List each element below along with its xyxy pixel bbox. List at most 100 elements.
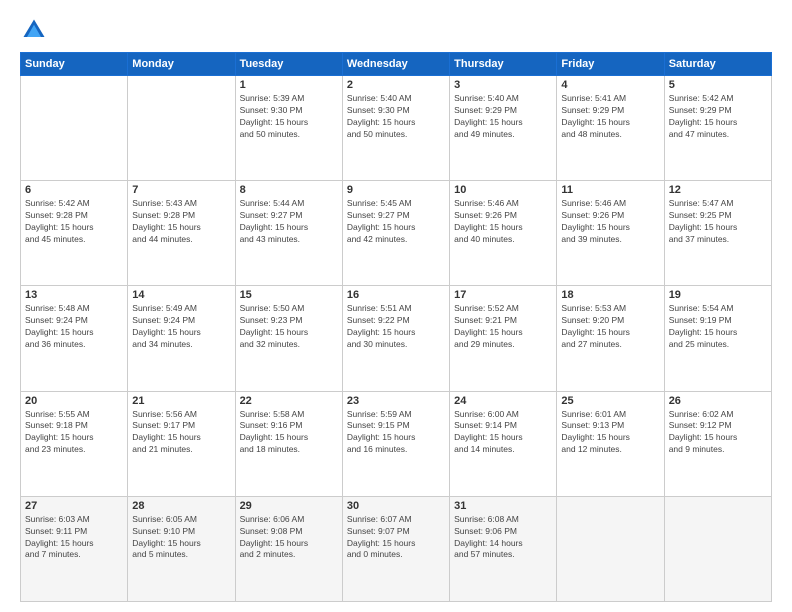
cal-cell: 19 Sunrise: 5:54 AM Sunset: 9:19 PM Dayli… — [664, 286, 771, 391]
cal-cell: 23Sunrise: 5:59 AM Sunset: 9:15 PM Dayli… — [342, 391, 449, 496]
cal-cell — [664, 496, 771, 601]
day-number: 31 — [454, 500, 552, 512]
day-info: Sunrise: 5:54 AM Sunset: 9:19 PM Dayligh… — [669, 303, 767, 351]
cal-cell — [128, 76, 235, 181]
day-info: Sunrise: 6:01 AM Sunset: 9:13 PM Dayligh… — [561, 409, 659, 457]
day-info: Sunrise: 6:08 AM Sunset: 9:06 PM Dayligh… — [454, 514, 552, 562]
cal-cell — [21, 76, 128, 181]
day-number: 5 — [669, 79, 767, 91]
calendar-table: SundayMondayTuesdayWednesdayThursdayFrid… — [20, 52, 772, 602]
day-info: Sunrise: 5:52 AM Sunset: 9:21 PM Dayligh… — [454, 303, 552, 351]
cal-cell: 5Sunrise: 5:42 AM Sunset: 9:29 PM Daylig… — [664, 76, 771, 181]
col-header-wednesday: Wednesday — [342, 53, 449, 76]
cal-cell: 21 Sunrise: 5:56 AM Sunset: 9:17 PM Dayli… — [128, 391, 235, 496]
cal-cell: 7 Sunrise: 5:43 AM Sunset: 9:28 PM Daylig… — [128, 181, 235, 286]
day-number: 19 — [669, 289, 767, 301]
week-row-4: 20 Sunrise: 5:55 AM Sunset: 9:18 PM Dayli… — [21, 391, 772, 496]
day-info: Sunrise: 5:40 AM Sunset: 9:30 PM Dayligh… — [347, 93, 445, 141]
day-number: 15 — [240, 289, 338, 301]
header — [20, 16, 772, 44]
day-info: Sunrise: 6:07 AM Sunset: 9:07 PM Dayligh… — [347, 514, 445, 562]
day-info: Sunrise: 5:53 AM Sunset: 9:20 PM Dayligh… — [561, 303, 659, 351]
day-info: Sunrise: 6:03 AM Sunset: 9:11 PM Dayligh… — [25, 514, 123, 562]
day-number: 24 — [454, 395, 552, 407]
day-number: 14 — [132, 289, 230, 301]
day-number: 23 — [347, 395, 445, 407]
day-info: Sunrise: 6:02 AM Sunset: 9:12 PM Dayligh… — [669, 409, 767, 457]
day-number: 6 — [25, 184, 123, 196]
day-number: 12 — [669, 184, 767, 196]
cal-cell: 11 Sunrise: 5:46 AM Sunset: 9:26 PM Dayli… — [557, 181, 664, 286]
day-number: 28 — [132, 500, 230, 512]
day-info: Sunrise: 5:46 AM Sunset: 9:26 PM Dayligh… — [454, 198, 552, 246]
day-info: Sunrise: 5:44 AM Sunset: 9:27 PM Dayligh… — [240, 198, 338, 246]
day-info: Sunrise: 5:41 AM Sunset: 9:29 PM Dayligh… — [561, 93, 659, 141]
day-number: 27 — [25, 500, 123, 512]
cal-cell: 8 Sunrise: 5:44 AM Sunset: 9:27 PM Daylig… — [235, 181, 342, 286]
day-number: 25 — [561, 395, 659, 407]
cal-cell: 16Sunrise: 5:51 AM Sunset: 9:22 PM Dayli… — [342, 286, 449, 391]
calendar-header-row: SundayMondayTuesdayWednesdayThursdayFrid… — [21, 53, 772, 76]
cal-cell: 12 Sunrise: 5:47 AM Sunset: 9:25 PM Dayli… — [664, 181, 771, 286]
day-info: Sunrise: 5:45 AM Sunset: 9:27 PM Dayligh… — [347, 198, 445, 246]
cal-cell: 20 Sunrise: 5:55 AM Sunset: 9:18 PM Dayli… — [21, 391, 128, 496]
cal-cell: 22 Sunrise: 5:58 AM Sunset: 9:16 PM Dayli… — [235, 391, 342, 496]
cal-cell: 6 Sunrise: 5:42 AM Sunset: 9:28 PM Daylig… — [21, 181, 128, 286]
day-info: Sunrise: 5:56 AM Sunset: 9:17 PM Dayligh… — [132, 409, 230, 457]
day-number: 22 — [240, 395, 338, 407]
cal-cell: 15 Sunrise: 5:50 AM Sunset: 9:23 PM Dayli… — [235, 286, 342, 391]
day-number: 26 — [669, 395, 767, 407]
cal-cell: 25 Sunrise: 6:01 AM Sunset: 9:13 PM Dayli… — [557, 391, 664, 496]
day-info: Sunrise: 5:50 AM Sunset: 9:23 PM Dayligh… — [240, 303, 338, 351]
day-number: 16 — [347, 289, 445, 301]
day-number: 29 — [240, 500, 338, 512]
col-header-saturday: Saturday — [664, 53, 771, 76]
col-header-monday: Monday — [128, 53, 235, 76]
cal-cell: 27 Sunrise: 6:03 AM Sunset: 9:11 PM Dayli… — [21, 496, 128, 601]
day-info: Sunrise: 5:39 AM Sunset: 9:30 PM Dayligh… — [240, 93, 338, 141]
day-info: Sunrise: 5:58 AM Sunset: 9:16 PM Dayligh… — [240, 409, 338, 457]
cal-cell: 30Sunrise: 6:07 AM Sunset: 9:07 PM Dayli… — [342, 496, 449, 601]
day-info: Sunrise: 5:49 AM Sunset: 9:24 PM Dayligh… — [132, 303, 230, 351]
day-number: 9 — [347, 184, 445, 196]
cal-cell: 26 Sunrise: 6:02 AM Sunset: 9:12 PM Dayli… — [664, 391, 771, 496]
day-info: Sunrise: 5:48 AM Sunset: 9:24 PM Dayligh… — [25, 303, 123, 351]
day-info: Sunrise: 5:47 AM Sunset: 9:25 PM Dayligh… — [669, 198, 767, 246]
day-info: Sunrise: 6:06 AM Sunset: 9:08 PM Dayligh… — [240, 514, 338, 562]
cal-cell: 13 Sunrise: 5:48 AM Sunset: 9:24 PM Dayli… — [21, 286, 128, 391]
cal-cell: 14 Sunrise: 5:49 AM Sunset: 9:24 PM Dayli… — [128, 286, 235, 391]
day-number: 20 — [25, 395, 123, 407]
cal-cell: 10Sunrise: 5:46 AM Sunset: 9:26 PM Dayli… — [450, 181, 557, 286]
page: SundayMondayTuesdayWednesdayThursdayFrid… — [0, 0, 792, 612]
logo — [20, 16, 52, 44]
day-number: 4 — [561, 79, 659, 91]
day-info: Sunrise: 5:55 AM Sunset: 9:18 PM Dayligh… — [25, 409, 123, 457]
day-info: Sunrise: 5:40 AM Sunset: 9:29 PM Dayligh… — [454, 93, 552, 141]
cal-cell: 4 Sunrise: 5:41 AM Sunset: 9:29 PM Daylig… — [557, 76, 664, 181]
cal-cell: 3 Sunrise: 5:40 AM Sunset: 9:29 PM Daylig… — [450, 76, 557, 181]
day-number: 2 — [347, 79, 445, 91]
day-number: 11 — [561, 184, 659, 196]
day-info: Sunrise: 5:43 AM Sunset: 9:28 PM Dayligh… — [132, 198, 230, 246]
day-number: 7 — [132, 184, 230, 196]
col-header-tuesday: Tuesday — [235, 53, 342, 76]
cal-cell: 2 Sunrise: 5:40 AM Sunset: 9:30 PM Daylig… — [342, 76, 449, 181]
day-info: Sunrise: 5:46 AM Sunset: 9:26 PM Dayligh… — [561, 198, 659, 246]
week-row-3: 13 Sunrise: 5:48 AM Sunset: 9:24 PM Dayli… — [21, 286, 772, 391]
cal-cell: 18Sunrise: 5:53 AM Sunset: 9:20 PM Dayli… — [557, 286, 664, 391]
week-row-5: 27 Sunrise: 6:03 AM Sunset: 9:11 PM Dayli… — [21, 496, 772, 601]
logo-icon — [20, 16, 48, 44]
week-row-2: 6 Sunrise: 5:42 AM Sunset: 9:28 PM Daylig… — [21, 181, 772, 286]
day-number: 8 — [240, 184, 338, 196]
cal-cell: 9 Sunrise: 5:45 AM Sunset: 9:27 PM Daylig… — [342, 181, 449, 286]
day-number: 3 — [454, 79, 552, 91]
cal-cell: 24 Sunrise: 6:00 AM Sunset: 9:14 PM Dayli… — [450, 391, 557, 496]
day-info: Sunrise: 6:05 AM Sunset: 9:10 PM Dayligh… — [132, 514, 230, 562]
week-row-1: 1Sunrise: 5:39 AM Sunset: 9:30 PM Daylig… — [21, 76, 772, 181]
cal-cell: 17Sunrise: 5:52 AM Sunset: 9:21 PM Dayli… — [450, 286, 557, 391]
day-number: 21 — [132, 395, 230, 407]
day-info: Sunrise: 5:42 AM Sunset: 9:28 PM Dayligh… — [25, 198, 123, 246]
day-number: 13 — [25, 289, 123, 301]
day-info: Sunrise: 6:00 AM Sunset: 9:14 PM Dayligh… — [454, 409, 552, 457]
cal-cell: 31 Sunrise: 6:08 AM Sunset: 9:06 PM Dayli… — [450, 496, 557, 601]
